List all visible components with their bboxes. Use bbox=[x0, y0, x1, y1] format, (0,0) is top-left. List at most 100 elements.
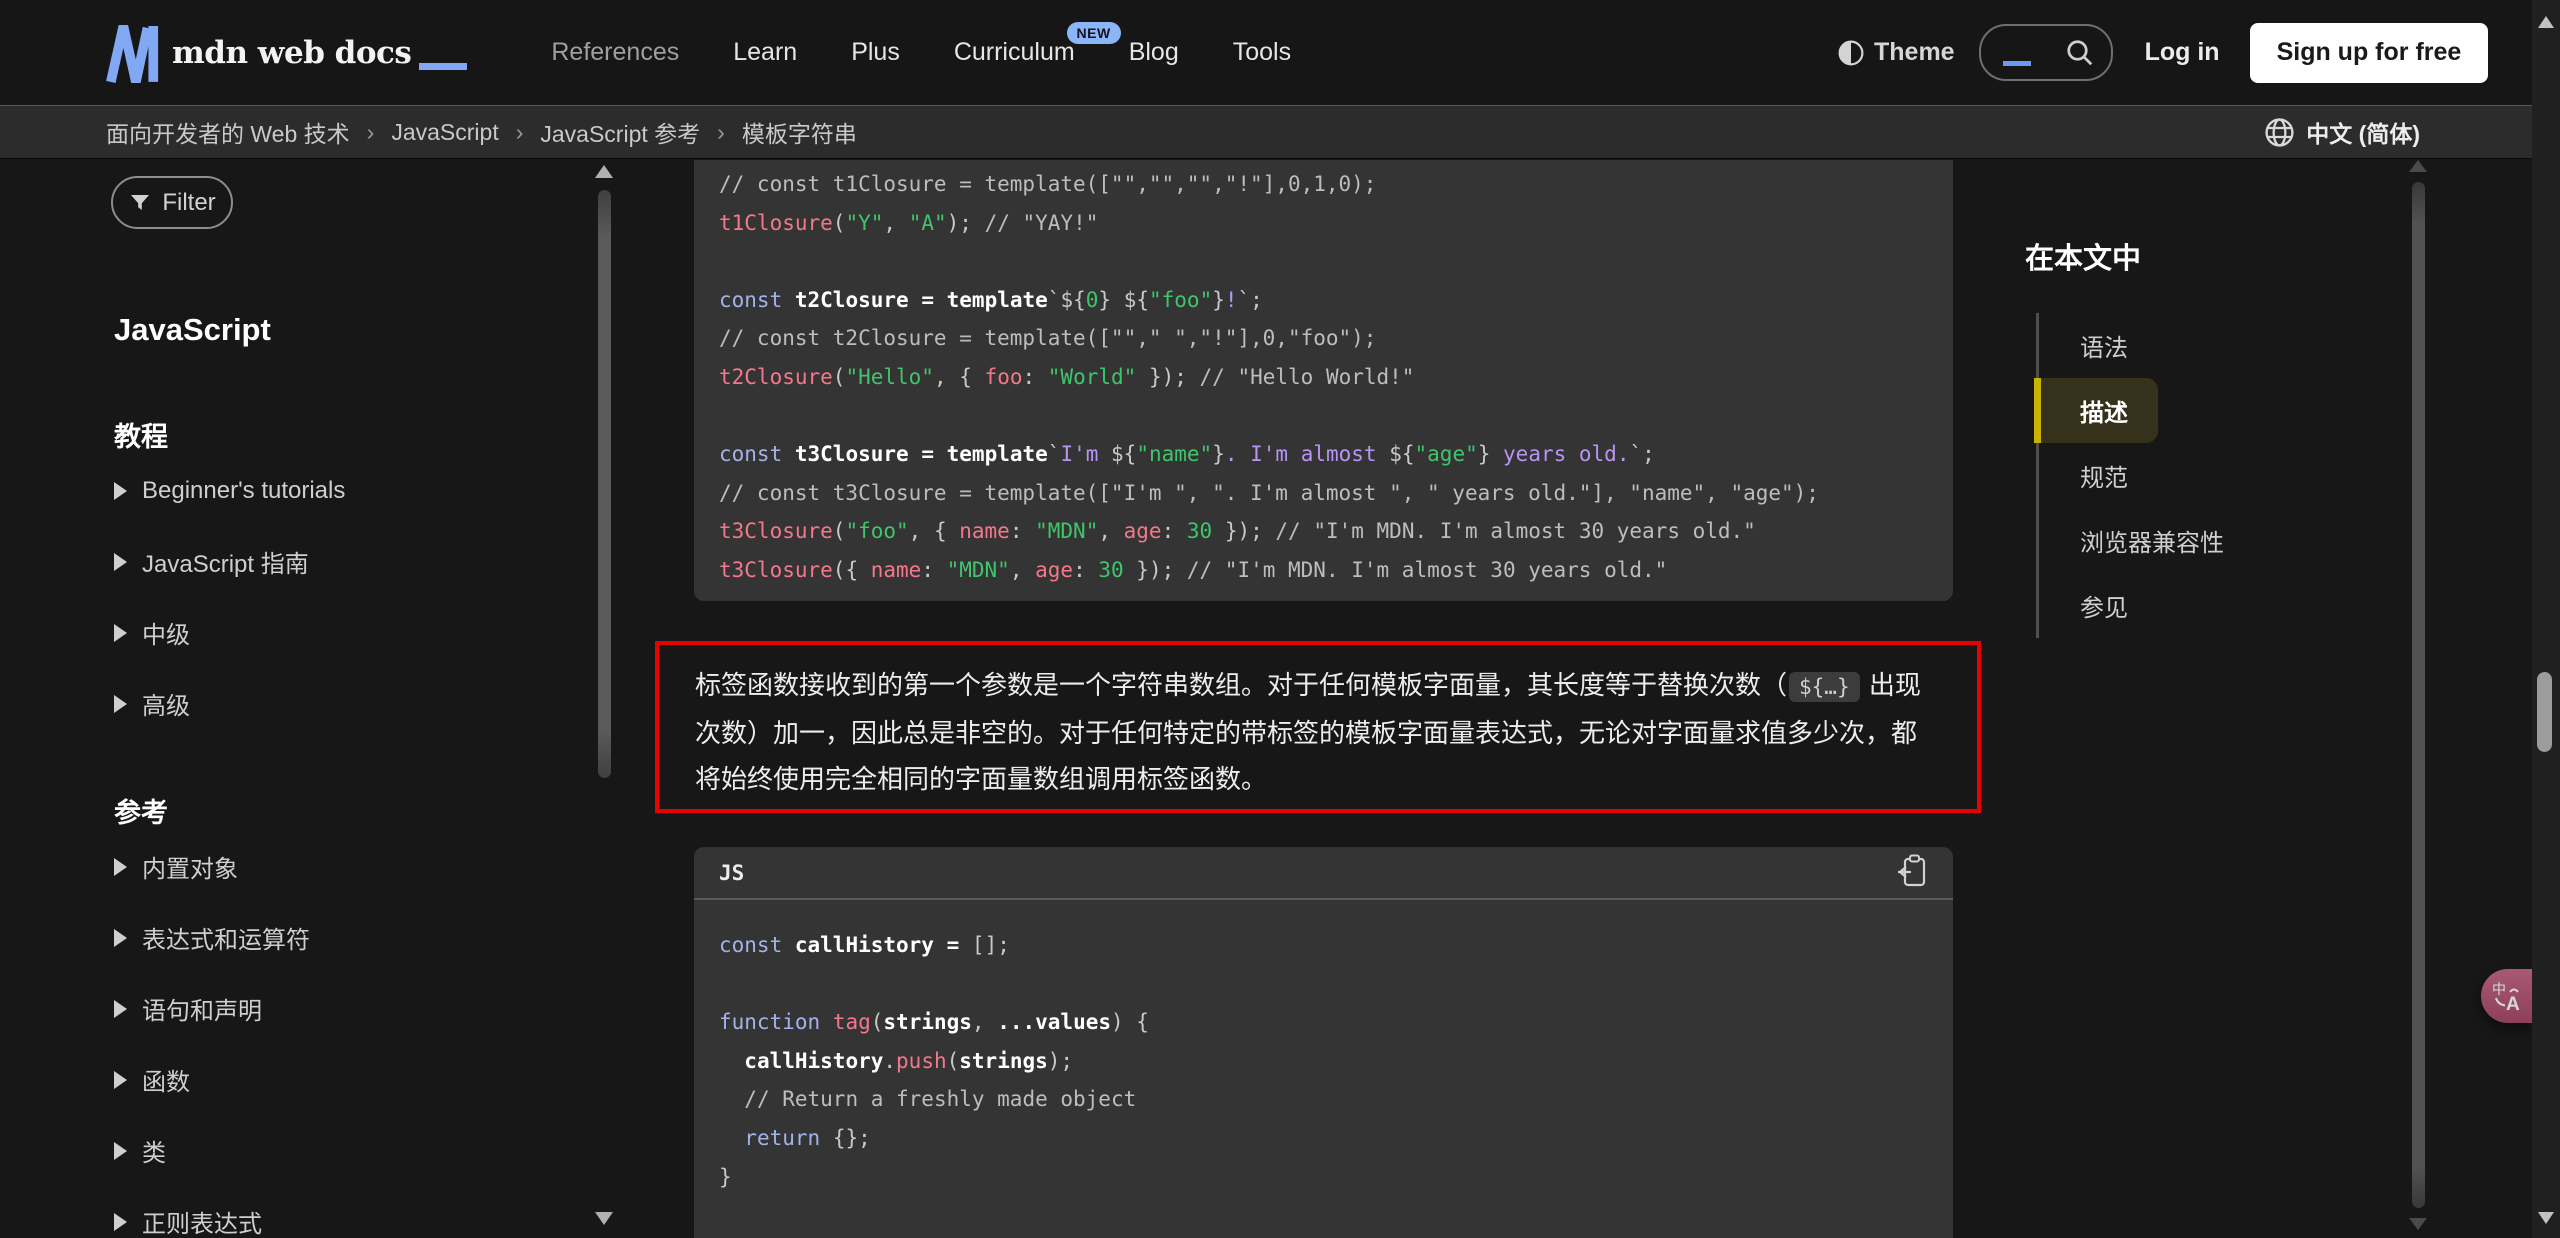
code-token bbox=[934, 933, 947, 957]
code-token: , { bbox=[934, 365, 985, 389]
toc-item[interactable]: 规范 bbox=[2039, 443, 2413, 508]
code-token bbox=[959, 933, 972, 957]
signup-button[interactable]: Sign up for free bbox=[2250, 23, 2489, 83]
code-token: } bbox=[1212, 288, 1225, 312]
code-language-label: JS bbox=[719, 861, 744, 885]
toc-item[interactable]: 语法 bbox=[2039, 313, 2413, 378]
code-token: t1Closure bbox=[719, 211, 833, 235]
code-token bbox=[909, 442, 922, 466]
toc-item[interactable]: 参见 bbox=[2039, 573, 2413, 638]
code-token bbox=[719, 1087, 744, 1111]
page-scroll-down-arrow[interactable] bbox=[2538, 1212, 2554, 1224]
chevron-right-icon bbox=[114, 553, 127, 571]
code-token: } bbox=[1212, 442, 1225, 466]
page-scrollbar-track[interactable] bbox=[2532, 0, 2560, 1238]
code-token: `; bbox=[1238, 288, 1263, 312]
sidebar-title: JavaScript bbox=[114, 312, 271, 348]
table-of-contents: 在本文中 语法描述规范浏览器兼容性参见 bbox=[2013, 235, 2413, 638]
code-token: "Y" bbox=[845, 211, 883, 235]
code-token: name bbox=[871, 558, 922, 582]
nav-item-references[interactable]: References bbox=[551, 38, 679, 67]
toc-item[interactable]: 描述 bbox=[2039, 378, 2158, 443]
sidebar-scrollbar[interactable] bbox=[598, 190, 611, 778]
translate-floating-button[interactable]: 中 A bbox=[2481, 969, 2532, 1023]
sidebar-item[interactable]: 语句和声明 bbox=[114, 973, 564, 1044]
code-line: const callHistory = []; bbox=[719, 926, 1953, 965]
breadcrumb-item[interactable]: 面向开发者的 Web 技术 bbox=[106, 115, 350, 149]
content-scroll-up-arrow[interactable] bbox=[2409, 160, 2427, 172]
code-token: callHistory bbox=[795, 933, 934, 957]
toc-item[interactable]: 浏览器兼容性 bbox=[2039, 508, 2413, 573]
chevron-right-icon bbox=[114, 482, 127, 500]
theme-toggle[interactable]: Theme bbox=[1838, 38, 1955, 67]
mdn-logo[interactable]: mdn web docs bbox=[106, 22, 467, 84]
code-token: strings bbox=[883, 1010, 972, 1034]
copy-code-button[interactable] bbox=[1897, 854, 1927, 891]
translate-icon: 中 A bbox=[2491, 980, 2523, 1012]
code-token: : bbox=[1010, 519, 1035, 543]
code-token: {}; bbox=[833, 1126, 871, 1150]
code-token: "A" bbox=[909, 211, 947, 235]
sidebar-item-label: JavaScript 指南 bbox=[142, 544, 309, 579]
nav-item-blog[interactable]: Blog bbox=[1129, 38, 1179, 67]
code-token: ${ bbox=[1124, 288, 1149, 312]
sidebar-item-label: 高级 bbox=[142, 686, 190, 721]
chevron-right-icon bbox=[114, 1071, 127, 1089]
sidebar-scroll-up-arrow[interactable] bbox=[595, 165, 613, 178]
sidebar-item[interactable]: Beginner's tutorials bbox=[114, 455, 564, 526]
sidebar-item[interactable]: 中级 bbox=[114, 597, 564, 668]
code-token: const bbox=[719, 442, 782, 466]
sidebar-item[interactable]: 函数 bbox=[114, 1044, 564, 1115]
nav-item-tools[interactable]: Tools bbox=[1233, 38, 1291, 67]
sidebar-item[interactable]: 正则表达式 bbox=[114, 1186, 564, 1238]
code-line bbox=[719, 242, 1953, 281]
top-navbar: mdn web docs References Learn Plus Curricul… bbox=[0, 0, 2560, 105]
page-scrollbar-thumb[interactable] bbox=[2537, 672, 2552, 752]
language-switcher[interactable]: 中文 (简体) bbox=[2264, 115, 2420, 149]
code-token bbox=[782, 288, 795, 312]
filter-button[interactable]: Filter bbox=[111, 176, 233, 229]
code-token: ( bbox=[947, 1049, 960, 1073]
code-token: } bbox=[1098, 288, 1111, 312]
search-input[interactable] bbox=[1979, 24, 2113, 81]
sidebar-scroll-down-arrow[interactable] bbox=[595, 1212, 613, 1225]
code-token: ! bbox=[1225, 288, 1238, 312]
half-moon-contrast-icon bbox=[1838, 40, 1864, 66]
code-token: // const t1Closure = template(["","","",… bbox=[719, 172, 1376, 196]
filter-label: Filter bbox=[162, 189, 215, 217]
content-scroll-down-arrow[interactable] bbox=[2409, 1218, 2427, 1230]
sidebar-item[interactable]: JavaScript 指南 bbox=[114, 526, 564, 597]
breadcrumb-item[interactable]: JavaScript 参考 bbox=[540, 115, 700, 149]
chevron-right-icon bbox=[114, 1142, 127, 1160]
code-token: years old. bbox=[1490, 442, 1629, 466]
code-token: "age" bbox=[1415, 442, 1478, 466]
code-token: t3Closure bbox=[795, 442, 909, 466]
sidebar-item[interactable]: 高级 bbox=[114, 668, 564, 739]
code-token: ); bbox=[1048, 1049, 1073, 1073]
code-block-template-examples: // const t1Closure = template(["","","",… bbox=[694, 160, 1953, 601]
nav-item-curriculum[interactable]: CurriculumNEW bbox=[954, 38, 1075, 67]
toc-list: 语法描述规范浏览器兼容性参见 bbox=[2036, 313, 2413, 638]
sidebar-item[interactable]: 表达式和运算符 bbox=[114, 902, 564, 973]
content-scrollbar[interactable] bbox=[2412, 182, 2425, 1208]
nav-item-plus[interactable]: Plus bbox=[851, 38, 900, 67]
sidebar-item[interactable]: 内置对象 bbox=[114, 831, 564, 902]
chevron-right-icon bbox=[114, 929, 127, 947]
code-block-tag-function: JS const callHistory = []; function tag(… bbox=[694, 847, 1953, 1238]
code-token: "name" bbox=[1136, 442, 1212, 466]
code-token: : bbox=[1162, 519, 1187, 543]
nav-item-learn[interactable]: Learn bbox=[733, 38, 797, 67]
code-token: , bbox=[1010, 558, 1035, 582]
code-token bbox=[719, 1049, 744, 1073]
breadcrumb-item[interactable]: 模板字符串 bbox=[742, 115, 857, 149]
page-scroll-up-arrow[interactable] bbox=[2538, 16, 2554, 28]
code-token: "foo" bbox=[1149, 288, 1212, 312]
login-button[interactable]: Log in bbox=[2145, 38, 2220, 67]
code-line: const t2Closure = template`${0} ${"foo"}… bbox=[719, 281, 1953, 320]
code-token: age bbox=[1035, 558, 1073, 582]
code-token: // Return a freshly made object bbox=[744, 1087, 1136, 1111]
code-line: t3Closure({ name: "MDN", age: 30 }); // … bbox=[719, 551, 1953, 590]
code-token: ({ bbox=[833, 558, 871, 582]
breadcrumb-item[interactable]: JavaScript bbox=[391, 119, 498, 146]
sidebar-item[interactable]: 类 bbox=[114, 1115, 564, 1186]
